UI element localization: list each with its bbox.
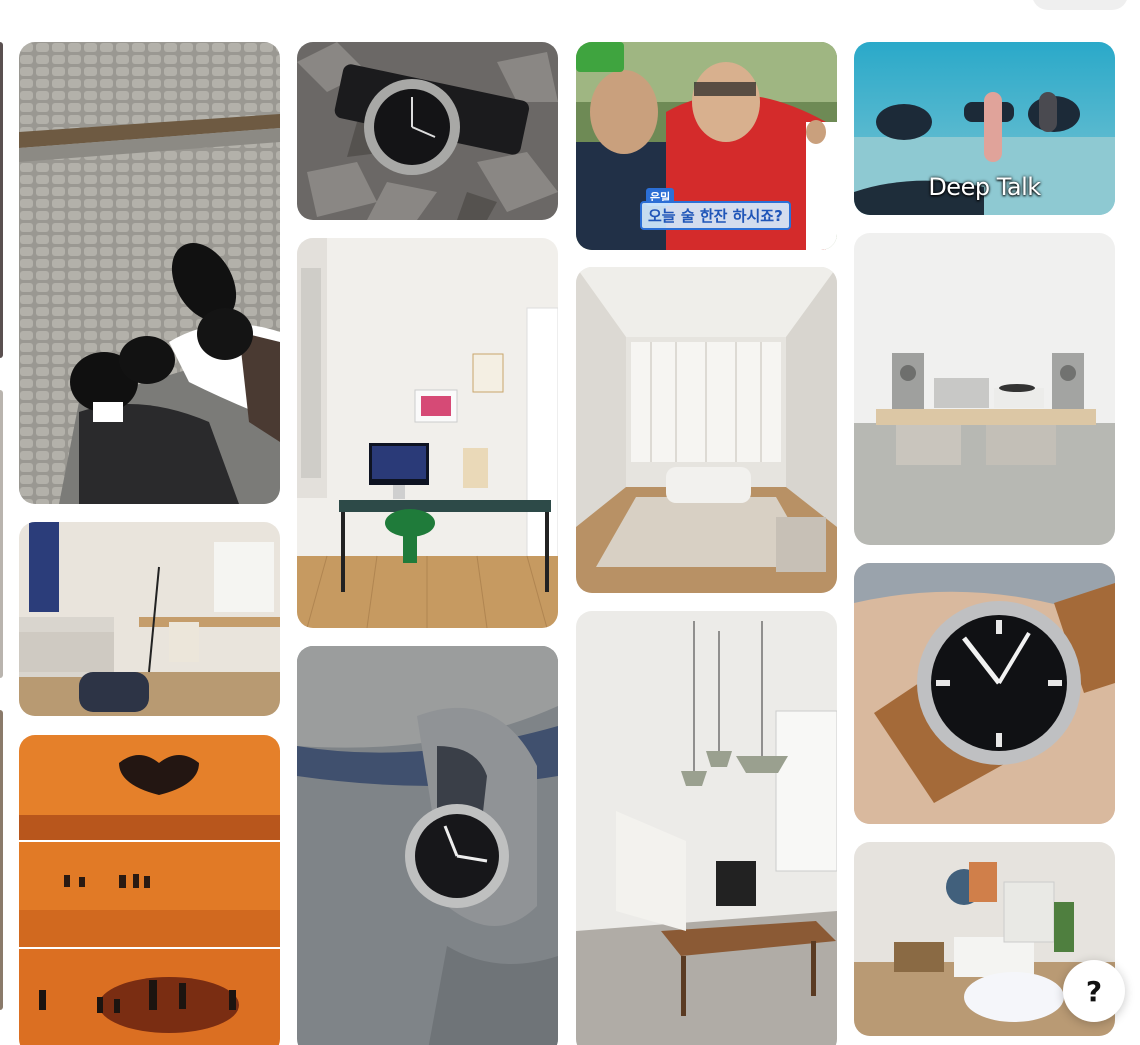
watch-pocket-image xyxy=(297,646,558,1045)
dune-frames-image xyxy=(19,735,280,1045)
bedroom-desk-image xyxy=(19,522,280,716)
bedroom-curtains-image xyxy=(576,267,837,593)
pin-variety-show[interactable]: 은밀 오늘 술 한잔 하시죠? xyxy=(576,42,837,250)
pin-dune-frames[interactable] xyxy=(19,735,280,1045)
offscreen-column-edge xyxy=(0,390,3,678)
pin-rolex-wrist[interactable] xyxy=(854,563,1115,824)
pin-watch-rocks[interactable] xyxy=(297,42,558,220)
shoes-cobblestone-image xyxy=(19,42,280,504)
turntable-speakers-image xyxy=(854,233,1115,545)
pin-grid-page: 은밀 오늘 술 한잔 하시죠? Deep Talk ? xyxy=(0,0,1140,1045)
help-question-icon: ? xyxy=(1085,974,1103,1008)
pin-bedroom-desk[interactable] xyxy=(19,522,280,716)
pin-shoes-cobblestone[interactable] xyxy=(19,42,280,504)
pin-dining-lamps[interactable] xyxy=(576,611,837,1045)
watch-rocks-image xyxy=(297,42,558,220)
dining-lamps-image xyxy=(576,611,837,1045)
offscreen-column-edge xyxy=(0,710,3,1010)
top-pill-button[interactable] xyxy=(1032,0,1128,10)
pin-bedroom-curtains[interactable] xyxy=(576,267,837,593)
rolex-wrist-image xyxy=(854,563,1115,824)
underwater-caption: Deep Talk xyxy=(928,173,1041,201)
variety-caption: 오늘 술 한잔 하시죠? xyxy=(640,201,791,230)
pin-watch-pocket[interactable] xyxy=(297,646,558,1045)
pin-office-imac[interactable] xyxy=(297,238,558,628)
pin-underwater-divers[interactable]: Deep Talk xyxy=(854,42,1115,215)
office-imac-image xyxy=(297,238,558,628)
offscreen-column-edge xyxy=(0,42,3,358)
help-button[interactable]: ? xyxy=(1063,960,1125,1022)
pin-turntable-speakers[interactable] xyxy=(854,233,1115,545)
